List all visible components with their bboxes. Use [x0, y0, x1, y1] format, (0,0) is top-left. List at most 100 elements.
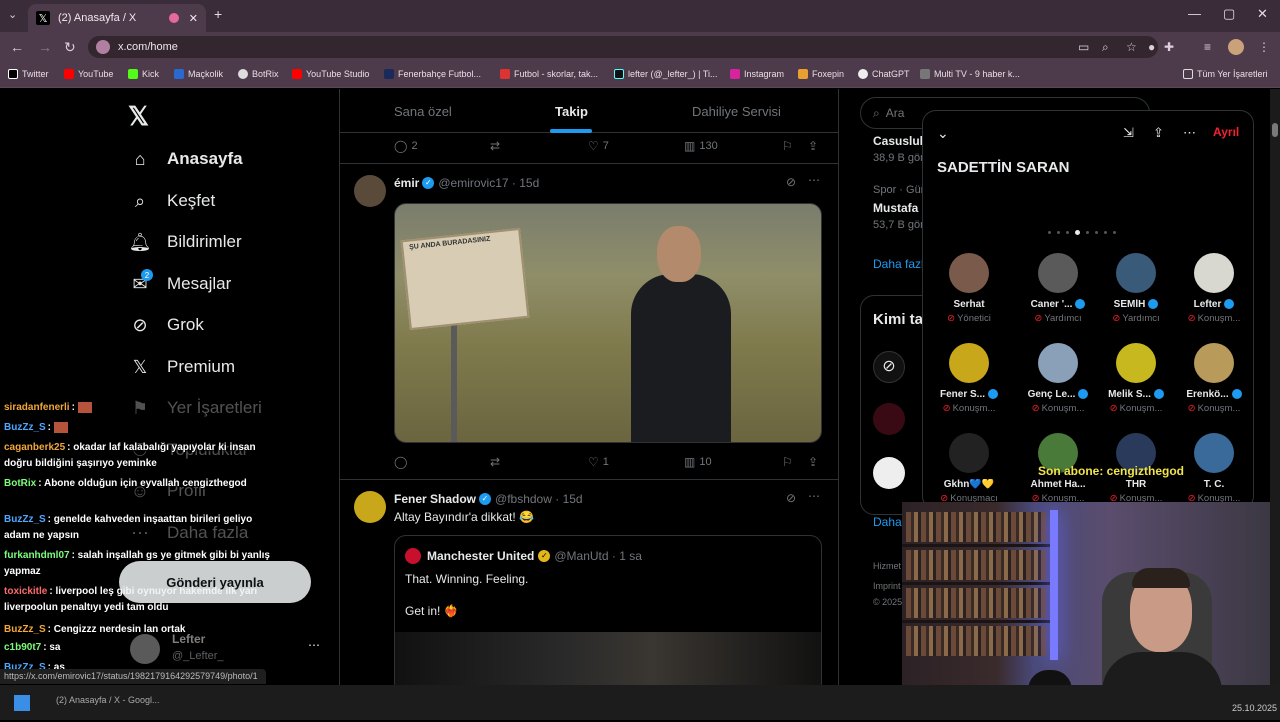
more-options-icon[interactable]: ⋯	[1183, 125, 1196, 141]
forward-icon[interactable]: →	[38, 39, 52, 55]
author-handle[interactable]: @fbshdow	[495, 492, 552, 506]
author-name[interactable]: Fener Shadow	[394, 492, 476, 506]
close-tab-icon[interactable]: ✕	[189, 12, 198, 25]
retweet-button[interactable]: ⇄	[490, 455, 504, 469]
trend-name[interactable]: Mustafa	[873, 201, 918, 215]
extension-dot-icon[interactable]: ●	[1148, 40, 1155, 54]
messages-badge: 2	[141, 269, 153, 281]
minimize-icon[interactable]: —	[1188, 6, 1201, 21]
tab-for-you[interactable]: Sana özel	[394, 104, 452, 119]
cast-icon[interactable]: ▭	[1078, 40, 1089, 54]
views-button[interactable]: ▥ 10	[684, 455, 712, 469]
participant-role: ⊘ Konuşm...	[1097, 403, 1175, 414]
tweet-time[interactable]: 15d	[563, 492, 583, 506]
site-info-icon[interactable]	[96, 40, 110, 54]
bookmark-mackolik[interactable]: Maçkolik	[174, 69, 223, 79]
author-name[interactable]: émir	[394, 176, 419, 190]
quoted-tweet[interactable]: Manchester United ✓ @ManUtd · 1 sa That.…	[394, 535, 822, 685]
tab-dahiliye[interactable]: Dahiliye Servisi	[692, 104, 781, 119]
bookmark-kick[interactable]: Kick	[128, 69, 159, 79]
space-participant[interactable]: Caner '... ⊘ Yardımcı	[1019, 253, 1097, 324]
avatar[interactable]	[354, 491, 386, 523]
nav-explore[interactable]: ⌕ Keşfet	[128, 189, 215, 213]
all-bookmarks[interactable]: Tüm Yer İşaretleri	[1183, 69, 1268, 79]
window-close-icon[interactable]: ✕	[1257, 6, 1268, 22]
retweet-button[interactable]: ⇄	[490, 139, 504, 153]
bookmark-button[interactable]: ⚐	[782, 455, 797, 469]
profile-avatar[interactable]	[1228, 39, 1244, 55]
new-tab-button[interactable]: +	[214, 6, 222, 22]
trend-name[interactable]: Casusluk	[873, 134, 926, 148]
tweet-time[interactable]: 15d	[519, 176, 539, 190]
menu-icon[interactable]: ⋮	[1258, 40, 1270, 54]
more-options-icon[interactable]: ⋯	[808, 173, 820, 187]
nav-notifications[interactable]: 🔔︎ Bildirimler	[128, 230, 242, 254]
share-icon[interactable]: ⇪	[1153, 125, 1164, 141]
bookmark-twitter[interactable]: Twitter	[8, 69, 49, 79]
scrollbar-thumb[interactable]	[1272, 123, 1278, 137]
media-icon[interactable]: ≡	[1204, 40, 1211, 54]
avatar[interactable]	[873, 457, 905, 489]
like-button[interactable]: ♡ 1	[588, 455, 609, 469]
quote-media[interactable]	[395, 632, 821, 685]
account-switcher[interactable]: Lefter @_Lefter_ ⋯	[128, 632, 328, 664]
bookmark-foxepin[interactable]: Foxepin	[798, 69, 844, 79]
browser-tab[interactable]: 𝕏 (2) Anasayfa / X ✕	[28, 4, 206, 32]
bookmark-button[interactable]: ⚐	[782, 139, 797, 153]
bookmark-tiktok[interactable]: lefter (@_lefter_) | Ti...	[614, 69, 718, 79]
bookmark-instagram[interactable]: Instagram	[730, 69, 784, 79]
share-button[interactable]: ⇪	[808, 455, 822, 469]
space-participant[interactable]: SEMİH ⊘ Yardımcı	[1097, 253, 1175, 324]
dock-icon[interactable]: ⇲	[1123, 125, 1134, 141]
x-logo-icon[interactable]: 𝕏	[128, 101, 149, 132]
audio-icon[interactable]	[168, 13, 179, 23]
address-bar[interactable]: x.com/home	[88, 36, 1158, 58]
grok-icon[interactable]: ⊘	[786, 175, 796, 189]
scrollbar[interactable]	[1270, 89, 1280, 685]
bookmark-youtube[interactable]: YouTube	[64, 69, 113, 79]
author-handle[interactable]: @emirovic17	[438, 176, 508, 190]
space-participant[interactable]: T. C. ⊘ Konuşm...	[1175, 433, 1253, 504]
grok-avatar-icon[interactable]: ⊘	[873, 351, 905, 383]
grok-icon[interactable]: ⊘	[786, 491, 796, 505]
maximize-icon[interactable]: ▢	[1223, 6, 1235, 22]
taskbar-item[interactable]: (2) Anasayfa / X - Googl...	[56, 695, 160, 705]
collapse-icon[interactable]: ⌄	[937, 125, 949, 142]
bookmark-chatgpt[interactable]: ChatGPT	[858, 69, 910, 79]
nav-home[interactable]: ⌂ Anasayfa	[128, 147, 243, 171]
bookmark-futbol[interactable]: Futbol - skorlar, tak...	[500, 69, 598, 79]
bookmark-fenerbahce[interactable]: Fenerbahçe Futbol...	[384, 69, 481, 79]
bookmark-multitv[interactable]: Multi TV - 9 haber k...	[920, 69, 1020, 79]
space-participant[interactable]: Gkhn💙💛 ⊘ Konuşmacı	[930, 433, 1008, 504]
tab-search-icon[interactable]: ⌄	[8, 8, 17, 21]
participant-name: SEMİH	[1097, 299, 1175, 310]
reply-button[interactable]: ◯	[394, 455, 411, 469]
bookmark-botrix[interactable]: BotRix	[238, 69, 279, 79]
start-icon[interactable]	[14, 695, 30, 711]
more-options-icon[interactable]: ⋯	[808, 489, 820, 503]
share-button[interactable]: ⇪	[808, 139, 822, 153]
views-button[interactable]: ▥ 130	[684, 139, 718, 153]
space-participant[interactable]: Melik S... ⊘ Konuşm...	[1097, 343, 1175, 414]
zoom-icon[interactable]: ⌕	[1102, 40, 1109, 55]
reload-icon[interactable]: ↻	[64, 39, 76, 56]
tab-following[interactable]: Takip	[555, 104, 588, 119]
bookmark-star-icon[interactable]: ☆	[1126, 40, 1137, 54]
back-icon[interactable]: ←	[10, 39, 24, 55]
reply-button[interactable]: ◯ 2	[394, 139, 418, 153]
post-button[interactable]: Gönderi yayınla	[119, 561, 311, 603]
space-participant[interactable]: Erenkö... ⊘ Konuşm...	[1175, 343, 1253, 414]
tweet-media[interactable]: ŞU ANDA BURADASINIZ	[394, 203, 822, 443]
leave-button[interactable]: Ayrıl	[1213, 125, 1239, 139]
space-participant[interactable]: Serhat ⊘ Yönetici	[930, 253, 1008, 324]
bookmark-youtube-studio[interactable]: YouTube Studio	[292, 69, 369, 79]
more-icon[interactable]: ⋯	[308, 638, 320, 652]
footer-link[interactable]: Imprint	[873, 581, 901, 591]
space-participant[interactable]: Genç Le... ⊘ Konuşm...	[1019, 343, 1097, 414]
avatar[interactable]	[354, 175, 386, 207]
avatar[interactable]	[873, 403, 905, 435]
space-participant[interactable]: Lefter ⊘ Konuşm...	[1175, 253, 1253, 324]
like-button[interactable]: ♡ 7	[588, 139, 609, 153]
space-participant[interactable]: Fener S... ⊘ Konuşm...	[930, 343, 1008, 414]
extensions-icon[interactable]: ✚	[1164, 40, 1174, 54]
